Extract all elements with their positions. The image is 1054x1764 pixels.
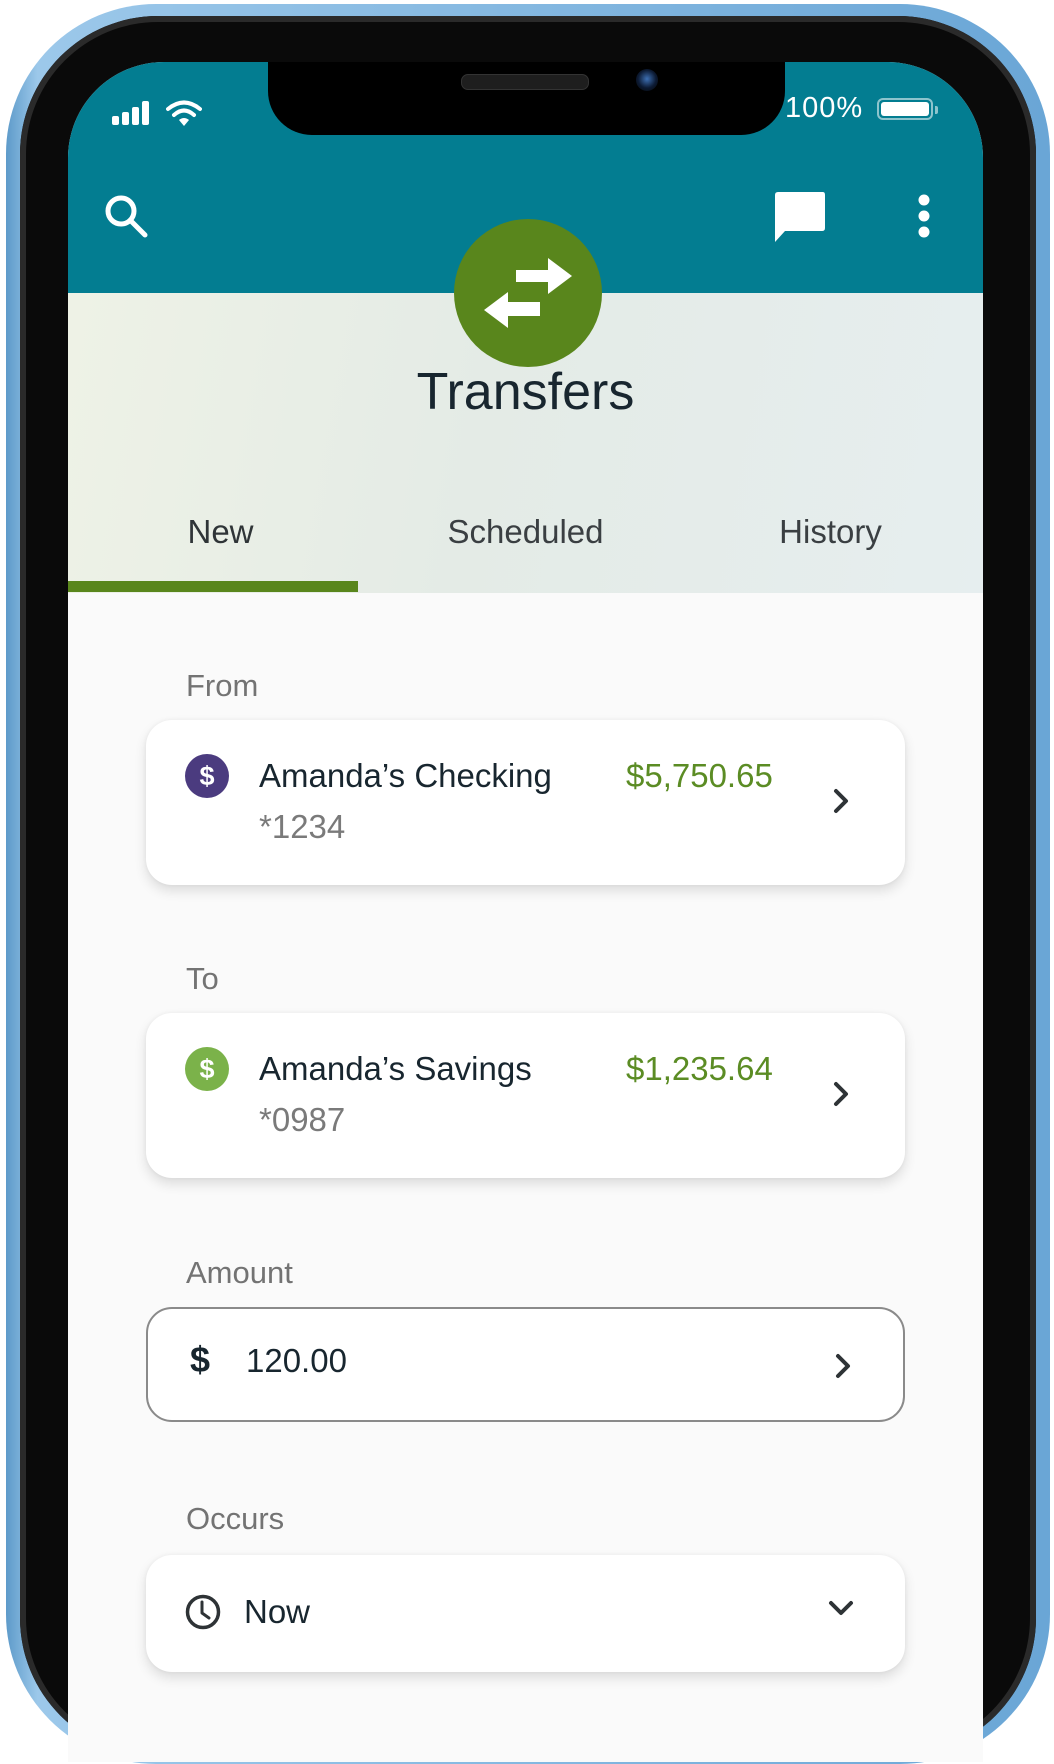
chevron-right-icon — [834, 1082, 848, 1106]
chevron-down-icon — [829, 1601, 853, 1615]
device-notch — [268, 62, 785, 135]
tab-bar: New Scheduled History — [68, 482, 983, 593]
tab-new[interactable]: New — [68, 482, 373, 593]
tab-history[interactable]: History — [678, 482, 983, 593]
more-options-button[interactable] — [906, 188, 942, 244]
front-camera — [636, 69, 658, 91]
to-account-selector[interactable]: $ Amanda’s Savings *0987 $1,235.64 — [146, 1013, 905, 1178]
chevron-right-icon — [834, 789, 848, 813]
from-account-number: *1234 — [259, 808, 346, 845]
from-account-selector[interactable]: $ Amanda’s Checking *1234 $5,750.65 — [146, 720, 905, 885]
occurs-value: Now — [244, 1593, 311, 1630]
from-label: From — [186, 668, 259, 703]
to-account-number: *0987 — [259, 1101, 346, 1138]
to-account-name: Amanda’s Savings — [259, 1050, 532, 1087]
status-bar-right: 100% — [785, 92, 939, 125]
amount-input[interactable]: $ 120.00 — [146, 1307, 905, 1422]
transfer-badge — [454, 219, 602, 367]
clock-icon — [185, 1594, 221, 1630]
chevron-right-icon — [836, 1354, 850, 1378]
amount-value: 120.00 — [246, 1342, 347, 1379]
status-bar-left — [112, 100, 202, 126]
occurs-label: Occurs — [186, 1501, 285, 1536]
more-vertical-icon — [918, 194, 930, 238]
search-icon — [105, 195, 148, 238]
to-account-balance: $1,235.64 — [626, 1050, 773, 1087]
tab-scheduled[interactable]: Scheduled — [373, 482, 678, 593]
wifi-icon — [166, 100, 202, 126]
amount-label: Amount — [186, 1255, 293, 1290]
checking-account-icon: $ — [185, 754, 229, 798]
chat-icon — [775, 192, 825, 242]
search-button[interactable] — [98, 188, 154, 244]
page-title: Transfers — [416, 363, 635, 421]
from-account-name: Amanda’s Checking — [259, 757, 552, 794]
active-tab-indicator — [68, 581, 358, 592]
currency-symbol: $ — [190, 1339, 211, 1380]
phone-screen: 100% Transfers New Scheduled History Fro… — [68, 62, 983, 1762]
transfer-arrows-icon — [484, 258, 572, 328]
from-account-balance: $5,750.65 — [626, 757, 773, 794]
occurs-dropdown[interactable]: Now — [146, 1555, 905, 1672]
battery-percentage: 100% — [785, 92, 864, 124]
battery-fill — [881, 101, 930, 116]
battery-icon — [877, 97, 939, 120]
cellular-signal-icon — [112, 101, 149, 125]
speaker-grille — [461, 74, 589, 90]
to-label: To — [186, 961, 219, 996]
chat-button[interactable] — [768, 186, 830, 248]
savings-account-icon: $ — [185, 1047, 229, 1091]
